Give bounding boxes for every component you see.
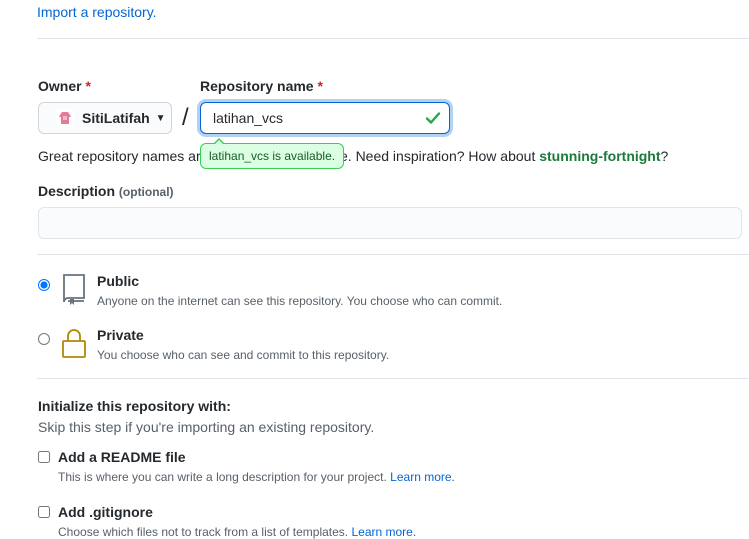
hint-tail: e. Need inspiration? How about stunning-…	[340, 148, 668, 164]
private-radio[interactable]	[38, 333, 50, 345]
description-label-text: Description	[38, 183, 116, 199]
gitignore-note: Choose which files not to track from a l…	[58, 525, 416, 539]
repo-name-value[interactable]: latihan_vcs	[213, 110, 283, 126]
hint-prefix: Great repository names are	[38, 148, 209, 164]
readme-title: Add a README file	[58, 449, 186, 465]
owner-label-text: Owner	[38, 78, 82, 94]
repo-name-hint: Great repository names are e. Need inspi…	[38, 148, 668, 164]
public-note: Anyone on the internet can see this repo…	[97, 294, 503, 308]
repo-icon	[63, 274, 85, 305]
owner-label: Owner *	[38, 78, 91, 94]
divider-visibility	[37, 254, 749, 255]
private-title: Private	[97, 327, 144, 343]
chevron-down-icon: ▼	[155, 112, 166, 124]
gitignore-note-text: Choose which files not to track from a l…	[58, 525, 349, 539]
description-label: Description (optional)	[38, 183, 174, 199]
octocat-avatar-icon	[56, 109, 74, 127]
hint-end: ?	[660, 148, 669, 164]
check-icon	[425, 112, 441, 124]
repo-name-label: Repository name *	[200, 78, 323, 94]
lock-icon	[62, 329, 86, 358]
repo-name-label-text: Repository name	[200, 78, 314, 94]
repo-name-input[interactable]: latihan_vcs	[200, 102, 450, 134]
gitignore-checkbox[interactable]	[38, 506, 50, 518]
repo-name-required-mark: *	[317, 78, 323, 94]
readme-learn-more-link[interactable]: Learn more.	[390, 470, 455, 484]
divider-top	[37, 38, 749, 39]
public-title: Public	[97, 273, 140, 289]
divider-init	[37, 378, 749, 379]
owner-required-mark: *	[85, 78, 91, 94]
readme-note-text: This is where you can write a long descr…	[58, 470, 387, 484]
description-input[interactable]	[38, 207, 742, 239]
private-note: You choose who can see and commit to thi…	[97, 348, 390, 362]
readme-checkbox[interactable]	[38, 451, 50, 463]
public-radio[interactable]	[38, 279, 50, 291]
gitignore-title: Add .gitignore	[58, 504, 153, 520]
name-suggestion-link[interactable]: stunning-fortnight	[539, 148, 660, 164]
init-skip-note: Skip this step if you're importing an ex…	[38, 419, 375, 435]
owner-dropdown-button[interactable]: SitiLatifah ▼	[38, 102, 172, 134]
init-heading: Initialize this repository with:	[38, 398, 231, 414]
hint-suffix: e. Need inspiration? How about	[340, 148, 536, 164]
import-repository-link[interactable]: Import a repository.	[37, 4, 157, 20]
description-optional-tag: (optional)	[118, 185, 174, 199]
availability-tooltip: latihan_vcs is available.	[200, 138, 345, 169]
owner-repo-separator: /	[182, 104, 189, 131]
owner-selected-name: SitiLatifah	[82, 110, 150, 126]
readme-note: This is where you can write a long descr…	[58, 470, 455, 484]
gitignore-learn-more-link[interactable]: Learn more.	[351, 525, 416, 539]
